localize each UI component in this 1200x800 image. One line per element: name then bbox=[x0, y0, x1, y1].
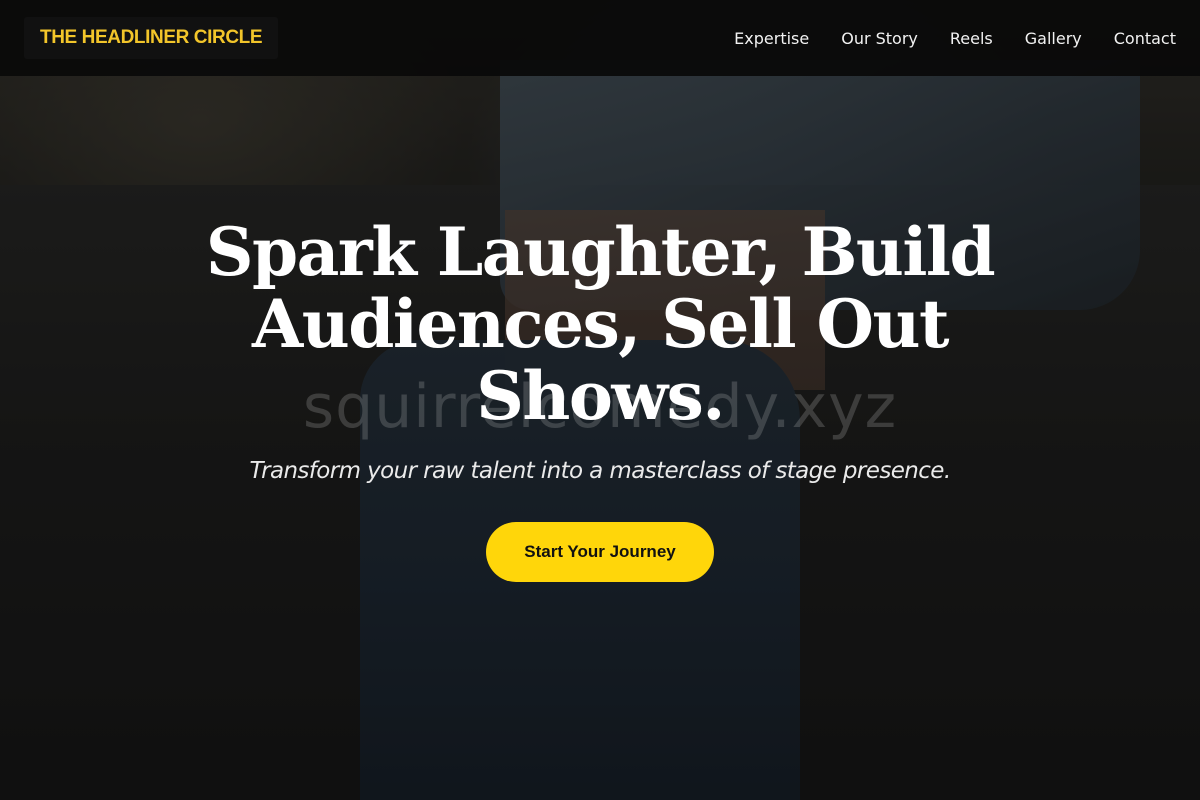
start-journey-button[interactable]: Start Your Journey bbox=[486, 522, 714, 582]
hero-headline: Spark Laughter, Build Audiences, Sell Ou… bbox=[200, 216, 1000, 432]
hero-subheadline: Transform your raw talent into a masterc… bbox=[249, 458, 951, 484]
headline-line-3: Shows. bbox=[476, 357, 725, 435]
nav-link-contact[interactable]: Contact bbox=[1114, 29, 1176, 48]
nav-link-expertise[interactable]: Expertise bbox=[734, 29, 809, 48]
brand-logo[interactable]: THE HEADLINER CIRCLE bbox=[24, 17, 279, 59]
hero-content: squirrelcomedy.xyz Spark Laughter, Build… bbox=[0, 0, 1200, 800]
nav-link-gallery[interactable]: Gallery bbox=[1025, 29, 1082, 48]
nav-link-reels[interactable]: Reels bbox=[950, 29, 993, 48]
nav-links: Expertise Our Story Reels Gallery Contac… bbox=[734, 29, 1176, 48]
headline-line-2: Audiences, Sell Out bbox=[252, 285, 949, 363]
top-navigation: THE HEADLINER CIRCLE Expertise Our Story… bbox=[0, 0, 1200, 76]
nav-link-our-story[interactable]: Our Story bbox=[841, 29, 918, 48]
headline-line-1: Spark Laughter, Build bbox=[205, 213, 996, 291]
